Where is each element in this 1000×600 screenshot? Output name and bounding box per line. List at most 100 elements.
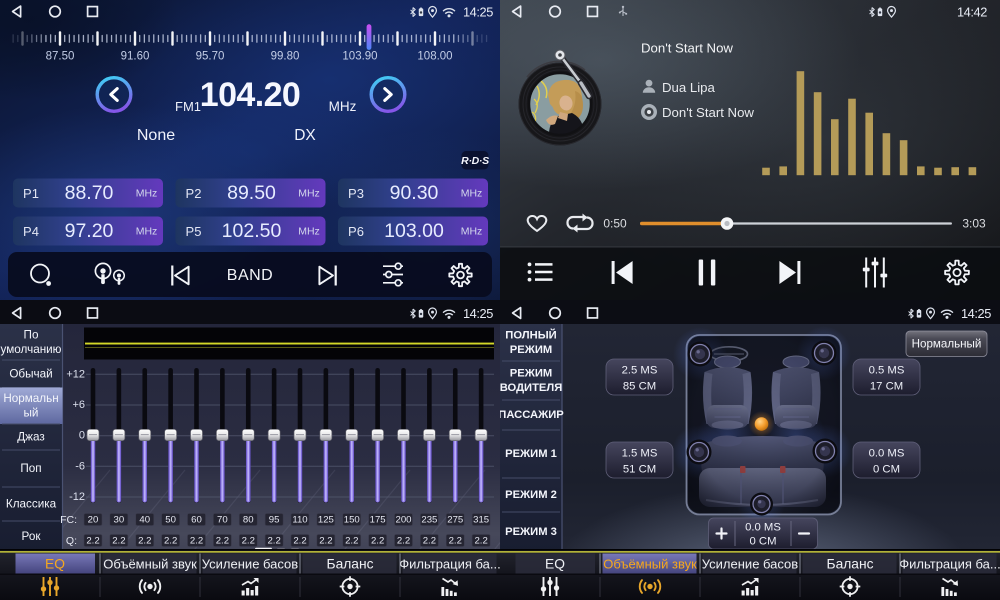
svg-text:0 CM: 0 CM	[750, 536, 777, 548]
svg-text:30: 30	[114, 514, 125, 525]
svg-text:Dua Lipa: Dua Lipa	[662, 80, 715, 95]
svg-text:85 CM: 85 CM	[623, 381, 656, 393]
svg-text:2.2: 2.2	[216, 535, 229, 546]
svg-text:Don't Start Now: Don't Start Now	[662, 105, 754, 120]
svg-text:108.00: 108.00	[417, 51, 452, 63]
svg-text:2.2: 2.2	[138, 535, 151, 546]
svg-text:88.70: 88.70	[65, 182, 114, 204]
svg-text:97.20: 97.20	[65, 220, 114, 242]
svg-text:умолчанию: умолчанию	[1, 343, 62, 356]
svg-text:Баланс: Баланс	[827, 556, 874, 571]
svg-text:14:25: 14:25	[463, 5, 493, 20]
svg-text:P4: P4	[23, 224, 39, 239]
svg-text:0: 0	[79, 430, 85, 442]
svg-text:+12: +12	[66, 368, 85, 380]
svg-text:275: 275	[447, 514, 463, 525]
svg-text:ПАССАЖИР: ПАССАЖИР	[498, 409, 564, 421]
svg-text:РЕЖИМ 1: РЕЖИМ 1	[505, 448, 557, 460]
svg-text:70: 70	[217, 514, 228, 525]
svg-text:FM1: FM1	[175, 99, 201, 114]
svg-text:3:03: 3:03	[962, 217, 986, 231]
svg-text:EQ: EQ	[545, 556, 565, 571]
svg-text:DX: DX	[294, 127, 316, 144]
svg-text:2.2: 2.2	[164, 535, 177, 546]
svg-text:51 CM: 51 CM	[623, 464, 656, 476]
svg-text:0.0 MS: 0.0 MS	[869, 448, 905, 460]
svg-text:Усиление басов: Усиление басов	[202, 556, 299, 571]
svg-text:2.2: 2.2	[371, 535, 384, 546]
svg-text:2.2: 2.2	[397, 535, 410, 546]
svg-text:2.2: 2.2	[112, 535, 125, 546]
svg-text:РЕЖИМ 2: РЕЖИМ 2	[505, 489, 557, 501]
svg-text:EQ: EQ	[45, 556, 65, 571]
svg-text:P2: P2	[186, 186, 202, 201]
svg-text:РЕЖИМ: РЕЖИМ	[510, 344, 552, 356]
svg-text:175: 175	[370, 514, 386, 525]
svg-text:0:50: 0:50	[603, 217, 627, 231]
svg-text:Баланс: Баланс	[327, 556, 374, 571]
svg-text:2.2: 2.2	[474, 535, 487, 546]
svg-text:14:25: 14:25	[961, 306, 991, 321]
svg-text:80: 80	[243, 514, 254, 525]
svg-text:R·D·S: R·D·S	[461, 155, 489, 167]
svg-text:2.2: 2.2	[293, 535, 306, 546]
svg-text:0 CM: 0 CM	[873, 464, 900, 476]
svg-text:2.2: 2.2	[267, 535, 280, 546]
svg-text:MHz: MHz	[298, 226, 320, 238]
svg-text:0.0 MS: 0.0 MS	[745, 522, 781, 534]
svg-text:+6: +6	[72, 399, 85, 411]
svg-text:Фильтрация ба...: Фильтрация ба...	[899, 556, 1000, 571]
svg-text:315: 315	[473, 514, 489, 525]
svg-text:Усиление басов: Усиление басов	[702, 556, 799, 571]
svg-text:1.5 MS: 1.5 MS	[622, 448, 658, 460]
svg-text:Фильтрация ба...: Фильтрация ба...	[399, 556, 500, 571]
svg-text:-6: -6	[75, 460, 85, 472]
svg-text:17 CM: 17 CM	[870, 381, 903, 393]
svg-text:150: 150	[344, 514, 360, 525]
svg-text:50: 50	[165, 514, 176, 525]
svg-text:MHz: MHz	[136, 188, 158, 200]
svg-text:99.80: 99.80	[271, 51, 300, 63]
svg-text:P3: P3	[348, 186, 364, 201]
svg-text:95.70: 95.70	[196, 51, 225, 63]
svg-text:РЕЖИМ 3: РЕЖИМ 3	[505, 526, 557, 538]
svg-text:2.5 MS: 2.5 MS	[622, 365, 658, 377]
svg-text:MHz: MHz	[461, 188, 483, 200]
svg-text:89.50: 89.50	[227, 182, 276, 204]
svg-text:110: 110	[292, 514, 307, 525]
svg-text:102.50: 102.50	[222, 220, 282, 242]
svg-text:104.20: 104.20	[200, 76, 300, 114]
svg-text:235: 235	[421, 514, 437, 525]
svg-text:MHz: MHz	[461, 226, 483, 238]
svg-text:103.00: 103.00	[384, 220, 444, 242]
svg-text:2.2: 2.2	[190, 535, 203, 546]
svg-text:2.2: 2.2	[449, 535, 462, 546]
svg-text:0.5 MS: 0.5 MS	[869, 365, 905, 377]
svg-text:MHz: MHz	[298, 188, 320, 200]
svg-text:ВОДИТЕЛЯ: ВОДИТЕЛЯ	[500, 382, 563, 394]
svg-text:P5: P5	[186, 224, 202, 239]
svg-text:Рок: Рок	[22, 530, 42, 543]
svg-text:20: 20	[88, 514, 99, 525]
svg-text:14:42: 14:42	[957, 5, 987, 20]
svg-text:40: 40	[139, 514, 150, 525]
svg-text:2.2: 2.2	[242, 535, 255, 546]
svg-text:Q:: Q:	[66, 535, 77, 547]
svg-text:Объёмный звук: Объёмный звук	[603, 556, 697, 571]
svg-text:87.50: 87.50	[46, 51, 75, 63]
svg-text:P1: P1	[23, 186, 39, 201]
svg-text:BAND: BAND	[227, 267, 273, 284]
svg-text:РЕЖИМ: РЕЖИМ	[510, 367, 552, 379]
svg-text:ый: ый	[24, 407, 39, 420]
svg-text:Поп: Поп	[20, 462, 41, 475]
svg-text:2.2: 2.2	[86, 535, 99, 546]
svg-text:ПОЛНЫЙ: ПОЛНЫЙ	[505, 328, 556, 341]
svg-text:None: None	[137, 127, 175, 144]
svg-text:2.2: 2.2	[345, 535, 358, 546]
svg-text:14:25: 14:25	[463, 306, 493, 321]
svg-text:103.90: 103.90	[342, 51, 377, 63]
svg-text:-12: -12	[69, 491, 85, 503]
svg-text:Джаз: Джаз	[17, 431, 44, 444]
svg-text:Нормальный: Нормальный	[912, 338, 982, 351]
svg-text:MHz: MHz	[329, 99, 357, 114]
